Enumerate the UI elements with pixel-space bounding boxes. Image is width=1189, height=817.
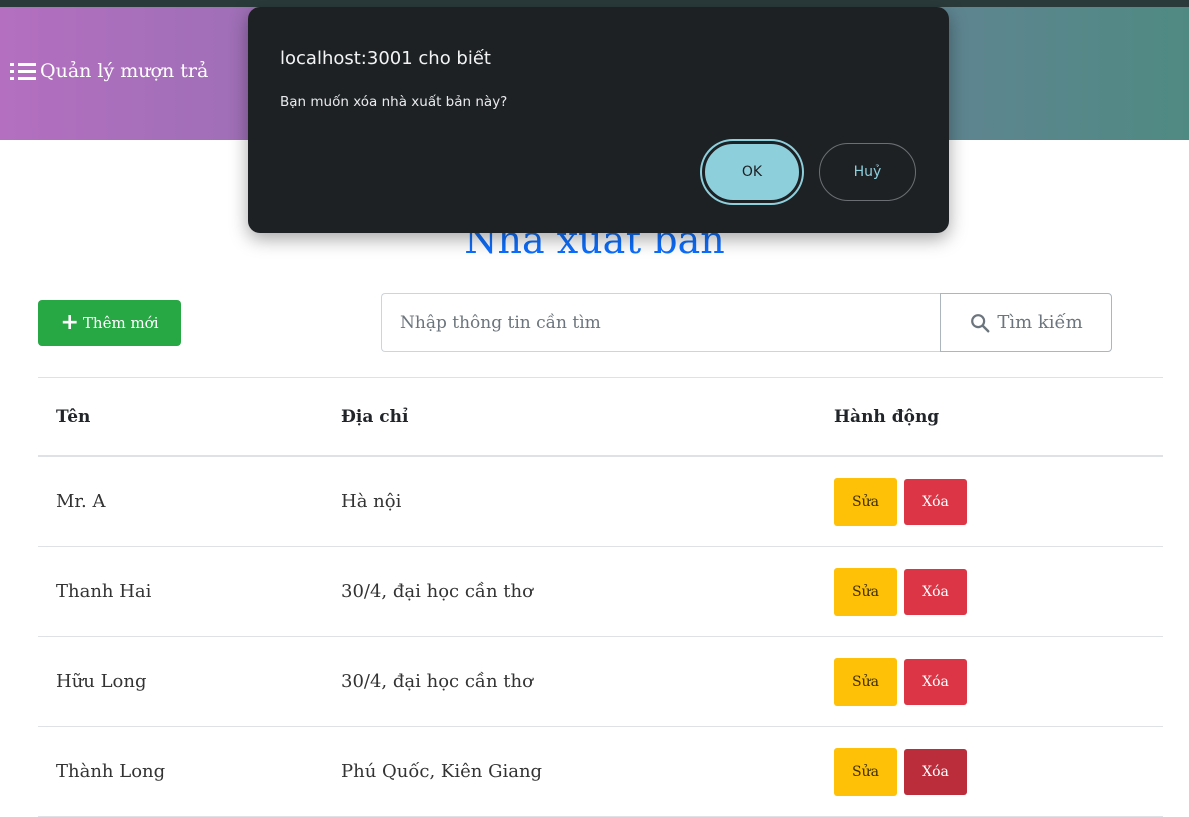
cell-actions: Sửa Xóa [816,546,1163,637]
search-group: Nhập thông tin cần tìm Tìm kiếm [381,293,1112,352]
cell-name: Thanh Hai [38,546,323,637]
table-header-row: Tên Địa chỉ Hành động [38,377,1163,457]
table-row: Mr. A Hà nội Sửa Xóa [38,456,1163,547]
browser-strip [0,0,1189,7]
dialog-cancel-button[interactable]: Huỷ [819,143,916,201]
publishers-table: Tên Địa chỉ Hành động Mr. A Hà nội Sửa X… [38,377,1163,817]
table-row: Thanh Hai 30/4, đại học cần thơ Sửa Xóa [38,546,1163,637]
dialog-message: Bạn muốn xóa nhà xuất bản này? [280,94,508,110]
cell-address: 30/4, đại học cần thơ [323,636,816,727]
plus-icon: + [60,310,79,335]
cell-name: Hữu Long [38,636,323,727]
add-new-button[interactable]: + Thêm mới [38,300,181,346]
brand-text: Quản lý mượn trả [40,60,209,82]
search-input[interactable]: Nhập thông tin cần tìm [381,293,940,352]
cell-address: 30/4, đại học cần thơ [323,546,816,637]
edit-button[interactable]: Sửa [834,747,897,796]
add-new-label: Thêm mới [82,314,159,332]
column-header-address: Địa chỉ [323,377,816,457]
column-header-actions: Hành động [816,377,1163,457]
navbar-brand[interactable]: Quản lý mượn trả [10,60,208,82]
cell-address: Hà nội [323,456,816,547]
cell-name: Mr. A [38,456,323,547]
dialog-title: localhost:3001 cho biết [280,48,491,69]
delete-button[interactable]: Xóa [904,568,967,615]
dialog-ok-button[interactable]: OK [702,141,802,203]
column-header-name: Tên [38,377,323,457]
delete-button[interactable]: Xóa [904,748,967,795]
cell-actions: Sửa Xóa [816,456,1163,547]
list-icon [10,61,36,81]
search-button[interactable]: Tìm kiếm [940,293,1112,352]
cell-actions: Sửa Xóa [816,636,1163,727]
table-row: Thành Long Phú Quốc, Kiên Giang Sửa Xóa [38,726,1163,817]
edit-button[interactable]: Sửa [834,657,897,706]
delete-button[interactable]: Xóa [904,478,967,525]
delete-button[interactable]: Xóa [904,658,967,705]
cell-name: Thành Long [38,726,323,817]
search-placeholder: Nhập thông tin cần tìm [400,312,601,333]
search-button-label: Tìm kiếm [997,312,1083,333]
cell-address: Phú Quốc, Kiên Giang [323,726,816,817]
table-row: Hữu Long 30/4, đại học cần thơ Sửa Xóa [38,636,1163,727]
cell-actions: Sửa Xóa [816,726,1163,817]
search-icon [971,313,990,332]
edit-button[interactable]: Sửa [834,567,897,616]
edit-button[interactable]: Sửa [834,477,897,526]
confirm-dialog: localhost:3001 cho biết Bạn muốn xóa nhà… [248,7,949,233]
